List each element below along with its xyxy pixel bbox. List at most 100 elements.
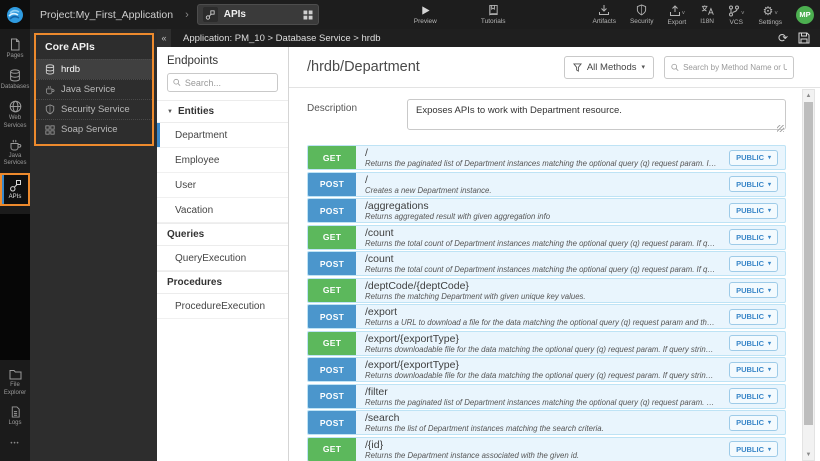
sidebar-item-java-services[interactable]: Java Services [0,134,30,171]
sidebar-item-file-explorer[interactable]: File Explorer [0,364,30,400]
method-badge: GET [308,278,356,302]
endpoint-row[interactable]: GET /deptCode/{deptCode} Returns the mat… [307,277,786,303]
description-row: Description Exposes APIs to work with De… [307,99,786,135]
vertical-scrollbar[interactable]: ▲ ▼ [802,89,815,461]
endpoint-row[interactable]: POST /export/{exportType} Returns downlo… [307,357,786,382]
method-search[interactable] [664,55,794,79]
topbar-right-menu: Artifacts Security ˅ Export I18N ˅ VCS ⚙… [592,4,814,26]
visibility-dropdown[interactable]: PUBLIC ▾ [729,441,778,457]
api-icon [9,180,21,192]
endpoint-row[interactable]: POST /export Returns a URL to download a… [307,304,786,329]
refresh-icon[interactable]: ⟳ [778,32,788,44]
endpoint-path: / [365,173,368,186]
content-area: « Application: PM_10 > Database Service … [157,29,820,461]
visibility-dropdown[interactable]: PUBLIC ▾ [729,361,778,378]
visibility-dropdown[interactable]: PUBLIC ▾ [729,202,778,219]
visibility-dropdown[interactable]: PUBLIC ▾ [729,229,778,245]
endpoint-item-vacation[interactable]: Vacation [157,198,288,223]
vcs-button[interactable]: ˅ VCS [728,4,745,26]
endpoint-description: Returns the Department instance associat… [365,450,580,460]
core-api-item-java-service[interactable]: Java Service [36,79,152,99]
endpoint-row[interactable]: POST / Creates a new Department instance… [307,171,786,197]
caret-down-icon: ▾ [767,367,771,373]
endpoint-row[interactable]: POST /search Returns the list of Departm… [307,410,786,435]
resize-grip-icon[interactable] [777,125,784,132]
left-sidebar: Pages Databases Web Services Java Servic… [0,29,30,461]
tutorials-button[interactable]: Tutorials [481,4,506,25]
sidebar-item-web-services[interactable]: Web Services [0,95,30,133]
endpoint-path: /count [365,253,394,265]
section-procedures[interactable]: Procedures [157,271,288,294]
visibility-dropdown[interactable]: PUBLIC ▾ [729,149,778,166]
sidebar-item-apis[interactable]: APIs [0,173,30,207]
security-button[interactable]: Security [630,4,653,25]
section-label: Queries [167,229,205,240]
security-label: Security [629,18,654,25]
visibility-dropdown[interactable]: PUBLIC ▾ [729,176,778,192]
workspace-selector[interactable]: APIs [196,4,319,25]
visibility-dropdown[interactable]: PUBLIC ▾ [729,308,778,325]
endpoint-path: /search [365,412,400,424]
endpoint-row[interactable]: GET /count Returns the total count of De… [307,224,786,250]
filter-icon [572,62,582,72]
section-queries[interactable]: Queries [157,223,288,246]
collapse-panel-button[interactable]: « [157,29,171,47]
preview-button[interactable]: Preview [414,5,437,25]
caret-down-icon: ▾ [767,287,771,294]
section-entities[interactable]: ▼ Entities [157,100,288,123]
endpoint-item-queryexecution[interactable]: QueryExecution [157,246,288,271]
visibility-dropdown[interactable]: PUBLIC ▾ [729,335,778,351]
endpoint-row[interactable]: POST /aggregations Returns aggregated re… [307,198,786,223]
method-search-input[interactable] [683,62,787,72]
endpoint-row[interactable]: POST /count Returns the total count of D… [307,251,786,276]
sidebar-item-pages[interactable]: Pages [0,33,30,64]
endpoint-item-procedureexecution[interactable]: ProcedureExecution [157,294,288,319]
top-bar: Project:My_First_Application › APIs Prev… [0,0,820,29]
core-api-item-hrdb[interactable]: hrdb [36,59,152,79]
endpoint-item-user[interactable]: User [157,173,288,198]
method-badge: POST [308,172,356,196]
user-avatar[interactable]: MP [796,5,814,24]
export-button[interactable]: ˅ Export [667,4,686,26]
save-icon[interactable] [798,32,810,44]
visibility-dropdown[interactable]: PUBLIC ▾ [729,255,778,272]
endpoints-search-input[interactable] [184,77,272,88]
sidebar-overflow-button[interactable]: ••• [0,431,30,455]
sidebar-item-logs[interactable]: Logs [0,401,30,431]
methods-filter-dropdown[interactable]: All Methods ▾ [563,55,654,79]
main-panel: /hrdb/Department All Methods ▾ Descripti… [289,47,820,461]
method-badge: POST [308,305,356,328]
sidebar-item-label: Web Services [3,115,27,129]
description-textarea[interactable]: Exposes APIs to work with Department res… [407,99,786,130]
globe-icon [9,101,21,113]
preview-label: Preview [413,17,437,25]
endpoints-search[interactable] [167,73,278,92]
wavemaker-logo[interactable] [0,0,30,29]
sidebar-item-databases[interactable]: Databases [0,64,30,95]
scroll-down-arrow[interactable]: ▼ [803,449,814,460]
scroll-up-arrow[interactable]: ▲ [803,90,814,101]
method-badge: GET [308,146,356,169]
endpoint-row[interactable]: GET /{id} Returns the Department instanc… [307,436,786,461]
scrollbar-thumb[interactable] [804,102,813,425]
visibility-dropdown[interactable]: PUBLIC ▾ [729,414,778,431]
endpoint-path: /count [365,226,394,239]
core-api-item-soap-service[interactable]: Soap Service [36,119,152,139]
endpoint-description: Returns the paginated list of Department… [365,397,717,407]
book-icon [489,4,498,16]
i18n-button[interactable]: I18N [700,4,714,25]
sidebar-item-label: File Explorer [3,382,27,396]
visibility-dropdown[interactable]: PUBLIC ▾ [729,388,778,404]
endpoint-row[interactable]: GET / Returns the paginated list of Depa… [307,145,786,170]
endpoint-description: Returns the total count of Department in… [365,265,717,274]
endpoint-row[interactable]: POST /filter Returns the paginated list … [307,383,786,409]
core-api-item-security-service[interactable]: Security Service [36,99,152,119]
endpoint-item-department[interactable]: Department [157,123,288,148]
settings-button[interactable]: ⚙ ˅ Settings [759,4,783,26]
endpoint-item-employee[interactable]: Employee [157,148,288,173]
endpoint-row[interactable]: GET /export/{exportType} Returns downloa… [307,330,786,356]
visibility-dropdown[interactable]: PUBLIC ▾ [729,282,778,298]
method-badge: POST [308,384,356,408]
artifacts-button[interactable]: Artifacts [592,4,616,25]
